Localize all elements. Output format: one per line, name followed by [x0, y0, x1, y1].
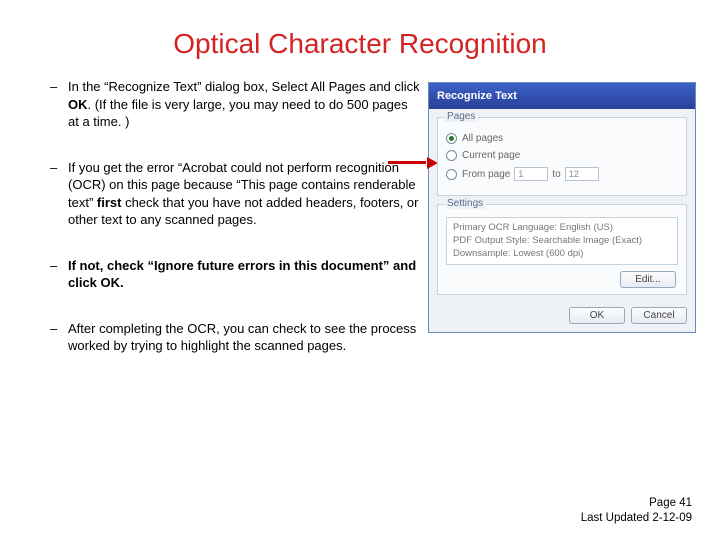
settings-fieldset: Settings Primary OCR Language: English (… — [437, 204, 687, 295]
ok-word: OK — [68, 97, 88, 112]
dash-icon: – — [50, 257, 68, 292]
bullet-text: In the “Recognize Text” dialog box, Sele… — [68, 78, 420, 131]
dialog-buttons: OK Cancel — [429, 301, 695, 332]
cancel-button[interactable]: Cancel — [631, 307, 687, 324]
radio-from-page[interactable]: From page 1 to 12 — [446, 167, 678, 181]
radio-current-page[interactable]: Current page — [446, 150, 678, 161]
pages-fieldset: Pages All pages Current page From page 1… — [437, 117, 687, 196]
radio-icon[interactable] — [446, 169, 457, 180]
settings-line: Downsample: Lowest (600 dpi) — [453, 248, 671, 261]
pages-legend: Pages — [444, 111, 478, 122]
text: . (If the file is very large, you may ne… — [68, 97, 408, 130]
list-item: – If you get the error “Acrobat could no… — [50, 159, 420, 229]
slide-footer: Page 41 Last Updated 2-12-09 — [581, 496, 692, 526]
edit-button[interactable]: Edit... — [620, 271, 676, 288]
list-item: – If not, check “Ignore future errors in… — [50, 257, 420, 292]
page-title: Optical Character Recognition — [0, 0, 720, 78]
list-item: – After completing the OCR, you can chec… — [50, 320, 420, 355]
bullet-text: After completing the OCR, you can check … — [68, 320, 420, 355]
settings-legend: Settings — [444, 198, 486, 209]
radio-label: From page — [462, 169, 510, 180]
text: In the “Recognize Text” dialog box, Sele… — [68, 79, 420, 94]
radio-label: Current page — [462, 150, 520, 161]
bullet-list: – In the “Recognize Text” dialog box, Se… — [50, 78, 420, 355]
page-number: Page 41 — [581, 496, 692, 511]
bullet-text: If you get the error “Acrobat could not … — [68, 159, 420, 229]
text: check that you have not added headers, f… — [68, 195, 419, 228]
content-area: – In the “Recognize Text” dialog box, Se… — [0, 78, 720, 355]
settings-line: Primary OCR Language: English (US) — [453, 222, 671, 235]
last-updated: Last Updated 2-12-09 — [581, 511, 692, 526]
dash-icon: – — [50, 159, 68, 229]
dialog-screenshot: Recognize Text Pages All pages Current p… — [428, 78, 698, 355]
from-page-input[interactable]: 1 — [514, 167, 548, 181]
dash-icon: – — [50, 320, 68, 355]
radio-all-pages[interactable]: All pages — [446, 133, 678, 144]
recognize-text-dialog: Recognize Text Pages All pages Current p… — [428, 82, 696, 333]
radio-label: All pages — [462, 133, 503, 144]
first-word: first — [97, 195, 122, 210]
to-label: to — [552, 169, 560, 180]
settings-summary: Primary OCR Language: English (US) PDF O… — [446, 217, 678, 265]
radio-icon[interactable] — [446, 150, 457, 161]
dialog-titlebar: Recognize Text — [429, 83, 695, 109]
settings-line: PDF Output Style: Searchable Image (Exac… — [453, 235, 671, 248]
bullet-text: If not, check “Ignore future errors in t… — [68, 257, 420, 292]
list-item: – In the “Recognize Text” dialog box, Se… — [50, 78, 420, 131]
radio-icon[interactable] — [446, 133, 457, 144]
dash-icon: – — [50, 78, 68, 131]
to-page-input[interactable]: 12 — [565, 167, 599, 181]
ok-button[interactable]: OK — [569, 307, 625, 324]
